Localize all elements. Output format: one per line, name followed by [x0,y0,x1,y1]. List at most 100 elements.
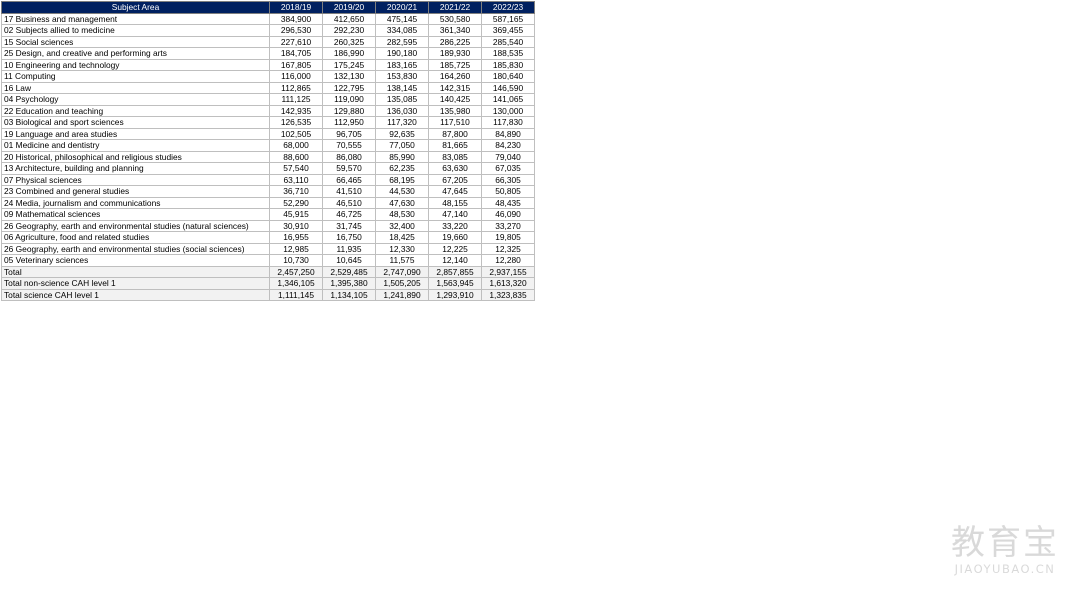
value-cell: 122,795 [322,81,376,94]
value-cell: 67,035 [481,162,535,175]
table-row: 22 Education and teaching 142,935 129,880 1… [1,104,535,117]
value-cell: 141,065 [481,93,535,106]
value-cell: 282,595 [375,35,429,48]
header-cell: 2022/23 [481,1,535,14]
value-cell: 19,660 [428,231,482,244]
value-cell: 47,630 [375,196,429,209]
value-cell: 32,400 [375,219,429,232]
value-cell: 116,000 [269,70,323,83]
value-cell: 52,290 [269,196,323,209]
table-row: 06 Agriculture, food and related studies… [1,231,535,244]
value-cell: 2,937,155 [481,265,535,278]
value-cell: 41,510 [322,185,376,198]
value-cell: 142,935 [269,104,323,117]
value-cell: 36,710 [269,185,323,198]
value-cell: 530,580 [428,12,482,25]
value-cell: 77,050 [375,139,429,152]
value-cell: 260,325 [322,35,376,48]
value-cell: 66,305 [481,173,535,186]
value-cell: 175,245 [322,58,376,71]
value-cell: 47,645 [428,185,482,198]
value-cell: 12,140 [428,254,482,267]
watermark-text-cn: 教育宝 [951,523,1059,563]
value-cell: 47,140 [428,208,482,221]
value-cell: 10,645 [322,254,376,267]
table-row: 17 Business and management 384,900 412,650… [1,12,535,25]
subject-cell: 01 Medicine and dentistry [1,139,270,152]
total-row: Total non-science CAH level 1 1,346,105 1,… [1,277,535,290]
table-row: 19 Language and area studies 102,505 96,70… [1,127,535,140]
value-cell: 129,880 [322,104,376,117]
table-row: 01 Medicine and dentistry 68,000 70,555 77,… [1,139,535,152]
value-cell: 46,510 [322,196,376,209]
subject-cell: 05 Veterinary sciences [1,254,270,267]
subject-cell: Total non-science CAH level 1 [1,277,270,290]
value-cell: 1,346,105 [269,277,323,290]
value-cell: 135,085 [375,93,429,106]
value-cell: 117,320 [375,116,429,129]
table-row: 16 Law 112,865 122,795 138,145 142,315 146,59… [1,81,535,94]
table-row: 24 Media, journalism and communications 5… [1,196,535,209]
value-cell: 1,613,320 [481,277,535,290]
value-cell: 81,665 [428,139,482,152]
subject-cell: Total [1,265,270,278]
table-row: 05 Veterinary sciences 10,730 10,645 11,575… [1,254,535,267]
value-cell: 126,535 [269,116,323,129]
table-body: 17 Business and management 384,900 412,650… [1,12,535,301]
value-cell: 1,395,380 [322,277,376,290]
value-cell: 68,000 [269,139,323,152]
value-cell: 67,205 [428,173,482,186]
value-cell: 11,935 [322,242,376,255]
table-row: 11 Computing 116,000 132,130 153,830 164,260… [1,70,535,83]
value-cell: 11,575 [375,254,429,267]
subject-cell: 22 Education and teaching [1,104,270,117]
value-cell: 12,330 [375,242,429,255]
value-cell: 1,563,945 [428,277,482,290]
value-cell: 188,535 [481,47,535,60]
value-cell: 18,425 [375,231,429,244]
total-row: Total 2,457,250 2,529,485 2,747,090 2,857,85… [1,265,535,278]
value-cell: 12,225 [428,242,482,255]
value-cell: 84,230 [481,139,535,152]
subject-cell: 15 Social sciences [1,35,270,48]
value-cell: 117,830 [481,116,535,129]
value-cell: 135,980 [428,104,482,117]
value-cell: 130,000 [481,104,535,117]
header-cell: 2020/21 [375,1,429,14]
value-cell: 2,529,485 [322,265,376,278]
table-row: 20 Historical, philosophical and religio… [1,150,535,163]
subject-cell: 17 Business and management [1,12,270,25]
table-row: 09 Mathematical sciences 45,915 46,725 48,5… [1,208,535,221]
total-row: Total science CAH level 1 1,111,145 1,134,… [1,288,535,301]
value-cell: 186,990 [322,47,376,60]
table-row: 26 Geography, earth and environmental st… [1,219,535,232]
value-cell: 2,457,250 [269,265,323,278]
value-cell: 292,230 [322,24,376,37]
subject-enrolment-table: Subject Area 2018/19 2019/20 2020/21 202… [1,1,535,301]
value-cell: 142,315 [428,81,482,94]
value-cell: 62,235 [375,162,429,175]
value-cell: 153,830 [375,70,429,83]
subject-cell: 23 Combined and general studies [1,185,270,198]
subject-cell: Total science CAH level 1 [1,288,270,301]
value-cell: 1,293,910 [428,288,482,301]
table-row: 25 Design, and creative and performing a… [1,47,535,60]
value-cell: 227,610 [269,35,323,48]
table-row: 02 Subjects allied to medicine 296,530 292… [1,24,535,37]
value-cell: 31,745 [322,219,376,232]
watermark-logo: 教育宝 JIAOYUBAO.CN [940,524,1070,584]
value-cell: 185,830 [481,58,535,71]
subject-cell: 13 Architecture, building and planning [1,162,270,175]
value-cell: 112,950 [322,116,376,129]
subject-cell: 10 Engineering and technology [1,58,270,71]
value-cell: 136,030 [375,104,429,117]
value-cell: 190,180 [375,47,429,60]
value-cell: 112,865 [269,81,323,94]
value-cell: 1,323,835 [481,288,535,301]
value-cell: 1,111,145 [269,288,323,301]
value-cell: 1,134,105 [322,288,376,301]
value-cell: 184,705 [269,47,323,60]
value-cell: 63,110 [269,173,323,186]
value-cell: 16,955 [269,231,323,244]
table-row: 13 Architecture, building and planning 57… [1,162,535,175]
